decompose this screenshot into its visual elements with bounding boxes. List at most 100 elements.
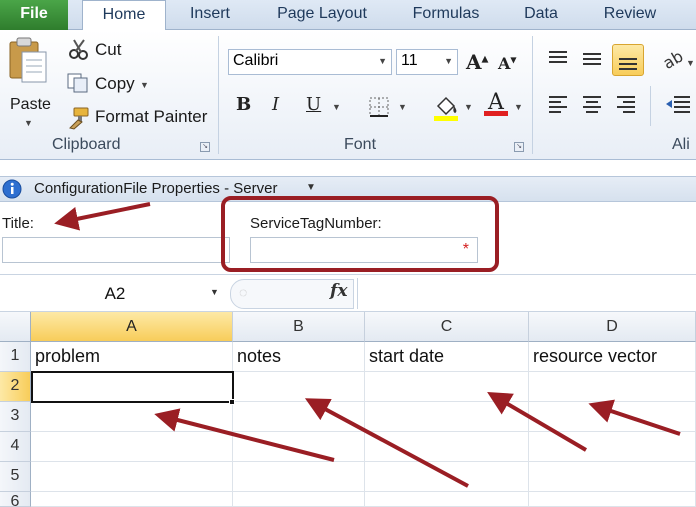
font-color-dropdown-icon[interactable]: ▼	[514, 102, 523, 112]
tab-home[interactable]: Home	[82, 0, 166, 31]
chevron-down-icon: ▼	[378, 56, 387, 66]
align-right-icon[interactable]	[614, 94, 638, 116]
cell-d6[interactable]	[529, 492, 696, 507]
ribbon-separator	[218, 36, 219, 154]
cell-b3[interactable]	[233, 402, 365, 432]
tab-file[interactable]: File	[0, 0, 68, 30]
cell-b4[interactable]	[233, 432, 365, 462]
clipboard-group-label: Clipboard	[52, 136, 121, 153]
grow-font-button[interactable]: A▲	[466, 50, 488, 74]
cell-c1[interactable]: start date	[365, 342, 529, 372]
font-color-button[interactable]: A	[484, 90, 508, 116]
paste-dropdown-icon: ▼	[24, 118, 33, 128]
format-painter-icon	[69, 107, 89, 130]
format-painter-button[interactable]: Format Painter	[95, 107, 207, 127]
column-header-c[interactable]: C	[365, 312, 529, 342]
row-header-5[interactable]: 5	[0, 462, 31, 492]
copy-icon	[67, 73, 88, 93]
tab-review[interactable]: Review	[588, 0, 672, 30]
column-header-d[interactable]: D	[529, 312, 696, 342]
row-header-1[interactable]: 1	[0, 342, 31, 372]
cell-d3[interactable]	[529, 402, 696, 432]
fill-handle[interactable]	[229, 399, 235, 405]
cell-d5[interactable]	[529, 462, 696, 492]
underline-dropdown-icon[interactable]: ▼	[332, 102, 341, 112]
shrink-font-glyph: A	[498, 54, 511, 73]
tab-data[interactable]: Data	[510, 0, 572, 30]
chevron-down-icon: ▼	[444, 56, 453, 66]
scissors-icon	[69, 39, 88, 60]
align-top-icon[interactable]	[546, 48, 570, 70]
grow-font-glyph: A	[466, 50, 482, 74]
svg-text:ab: ab	[662, 48, 686, 72]
properties-menu-icon[interactable]: ▼	[306, 182, 316, 193]
insert-function-button[interactable]: fx	[330, 281, 347, 301]
formula-input[interactable]	[357, 278, 696, 309]
cell-c3[interactable]	[365, 402, 529, 432]
annotation-highlight-box	[221, 196, 499, 272]
column-header-b[interactable]: B	[233, 312, 365, 342]
font-size-select[interactable]: 11 ▼	[396, 49, 458, 75]
select-all-corner[interactable]	[0, 312, 31, 342]
cell-d1[interactable]: resource vector	[529, 342, 696, 372]
underline-button[interactable]: U	[306, 94, 321, 115]
fill-color-icon[interactable]	[432, 92, 460, 122]
properties-title: ConfigurationFile Properties - Server	[34, 180, 278, 197]
cut-button[interactable]: Cut	[95, 40, 121, 60]
align-middle-icon[interactable]	[580, 48, 604, 70]
fill-color-dropdown-icon[interactable]: ▼	[464, 102, 473, 112]
align-center-icon[interactable]	[580, 94, 604, 116]
row-header-4[interactable]: 4	[0, 432, 31, 462]
ribbon-separator	[532, 36, 533, 154]
row-header-3[interactable]: 3	[0, 402, 31, 432]
cell-a5[interactable]	[31, 462, 233, 492]
cell-a4[interactable]	[31, 432, 233, 462]
title-input[interactable]	[2, 237, 230, 263]
shrink-font-button[interactable]: A▼	[498, 54, 517, 73]
cell-c2[interactable]	[365, 372, 529, 402]
copy-button[interactable]: Copy	[95, 74, 135, 94]
tab-formulas[interactable]: Formulas	[398, 0, 494, 30]
cell-b2[interactable]	[233, 372, 365, 402]
copy-dropdown-icon[interactable]: ▼	[140, 80, 149, 90]
align-left-icon[interactable]	[546, 94, 570, 116]
cell-a3[interactable]	[31, 402, 233, 432]
cell-b1[interactable]: notes	[233, 342, 365, 372]
info-icon	[2, 179, 22, 199]
decrease-indent-icon[interactable]	[664, 94, 692, 116]
cell-b6[interactable]	[233, 492, 365, 507]
spreadsheet-grid: A B C D 1 2 3 4 5 6 problem notes start …	[0, 312, 696, 507]
svg-text:▼: ▼	[686, 58, 694, 68]
cell-d4[interactable]	[529, 432, 696, 462]
alignment-group-label: Ali	[672, 136, 690, 153]
tab-page-layout[interactable]: Page Layout	[262, 0, 382, 30]
borders-dropdown-icon[interactable]: ▼	[398, 102, 407, 112]
column-header-a[interactable]: A	[31, 312, 233, 342]
ribbon-home: Paste ▼ Cut Copy ▼ Format Painter Clipbo…	[0, 30, 696, 160]
tab-insert[interactable]: Insert	[172, 0, 248, 30]
bold-button[interactable]: B	[236, 94, 251, 115]
cell-a6[interactable]	[31, 492, 233, 507]
paste-button[interactable]: Paste ▼	[4, 36, 54, 132]
cell-c6[interactable]	[365, 492, 529, 507]
cell-d2[interactable]	[529, 372, 696, 402]
name-box-dropdown-icon[interactable]: ▼	[210, 287, 219, 297]
formula-grip-icon: ◌	[239, 284, 248, 300]
clipboard-launcher-icon[interactable]: ↘	[200, 142, 210, 152]
cell-c4[interactable]	[365, 432, 529, 462]
cell-b5[interactable]	[233, 462, 365, 492]
cell-c5[interactable]	[365, 462, 529, 492]
row-header-6[interactable]: 6	[0, 492, 31, 507]
borders-icon[interactable]	[368, 96, 390, 118]
name-box[interactable]: A2	[2, 281, 228, 308]
font-family-select[interactable]: Calibri ▼	[228, 49, 392, 75]
cell-a1[interactable]: problem	[31, 342, 233, 372]
row-header-2[interactable]: 2	[0, 372, 31, 402]
align-bottom-icon	[619, 58, 637, 70]
ribbon-separator	[650, 86, 651, 126]
font-launcher-icon[interactable]: ↘	[514, 142, 524, 152]
align-bottom-button[interactable]	[612, 44, 644, 76]
font-group-label: Font	[344, 136, 377, 153]
italic-button[interactable]: I	[272, 94, 279, 115]
orientation-icon[interactable]: ab ▼	[662, 48, 694, 72]
